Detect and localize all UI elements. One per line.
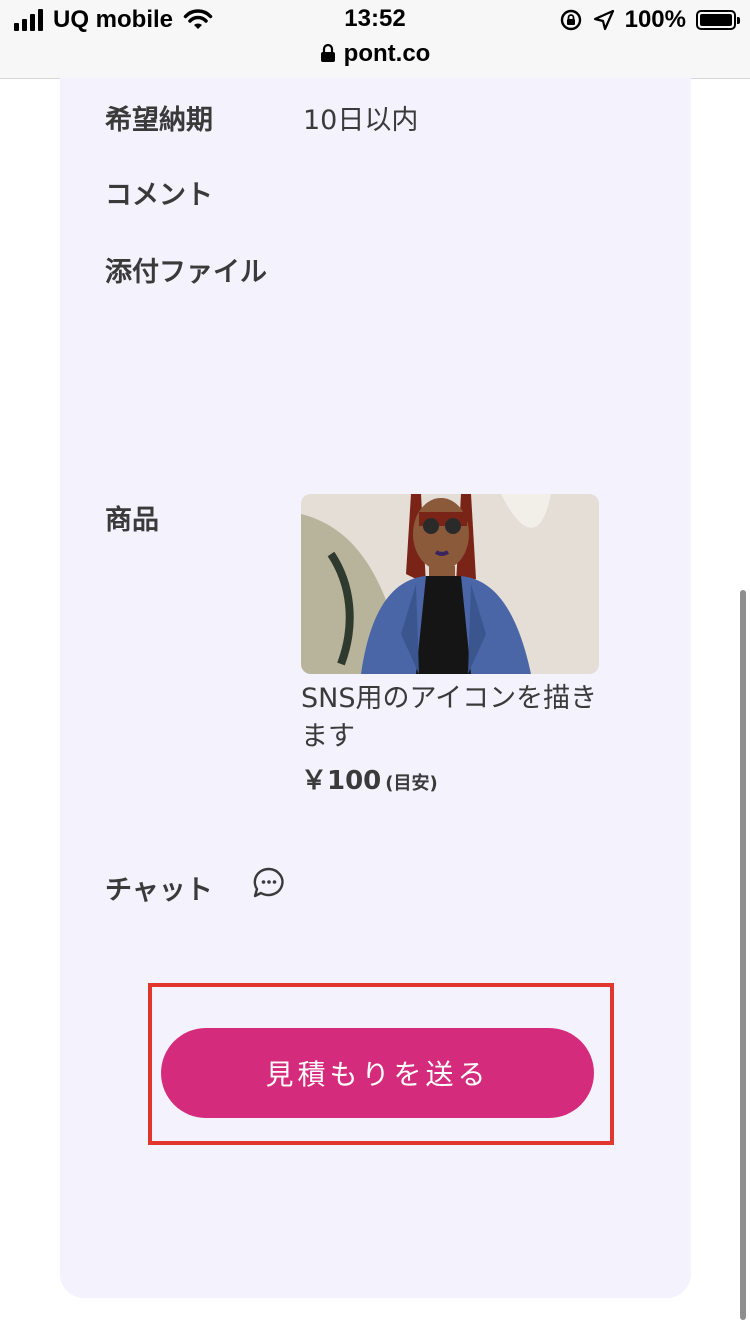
delivery-value: 10日以内 [303, 105, 419, 136]
price-note: (目安) [385, 773, 438, 794]
attachment-label: 添付ファイル [105, 257, 267, 288]
status-bar: UQ mobile 13:52 pont.co 100% [0, 0, 750, 79]
address-bar[interactable]: pont.co [0, 40, 750, 68]
estimate-details-card: 希望納期 10日以内 コメント 添付ファイル 商品 SNS用のアイコンを描きます… [60, 78, 691, 1298]
battery-percent: 100% [624, 6, 686, 33]
comment-label: コメント [105, 180, 213, 211]
chat-label: チャット [105, 875, 213, 906]
lock-icon [320, 43, 335, 62]
product-title[interactable]: SNS用のアイコンを描きます [301, 680, 601, 756]
product-label: 商品 [105, 505, 159, 536]
scrollbar[interactable] [740, 590, 746, 1320]
chat-bubble-icon[interactable] [252, 866, 286, 900]
delivery-label: 希望納期 [105, 105, 213, 136]
location-icon [593, 9, 614, 31]
product-illustration [301, 494, 599, 674]
price-amount: ￥100 [301, 766, 382, 796]
send-estimate-button[interactable]: 見積もりを送る [161, 1028, 594, 1118]
orientation-lock-icon [560, 9, 581, 31]
battery-icon [696, 10, 740, 30]
url-text: pont.co [343, 40, 431, 67]
product-price: ￥100 (目安) [301, 760, 438, 797]
product-thumbnail[interactable] [301, 494, 599, 674]
status-right: 100% [559, 6, 740, 34]
